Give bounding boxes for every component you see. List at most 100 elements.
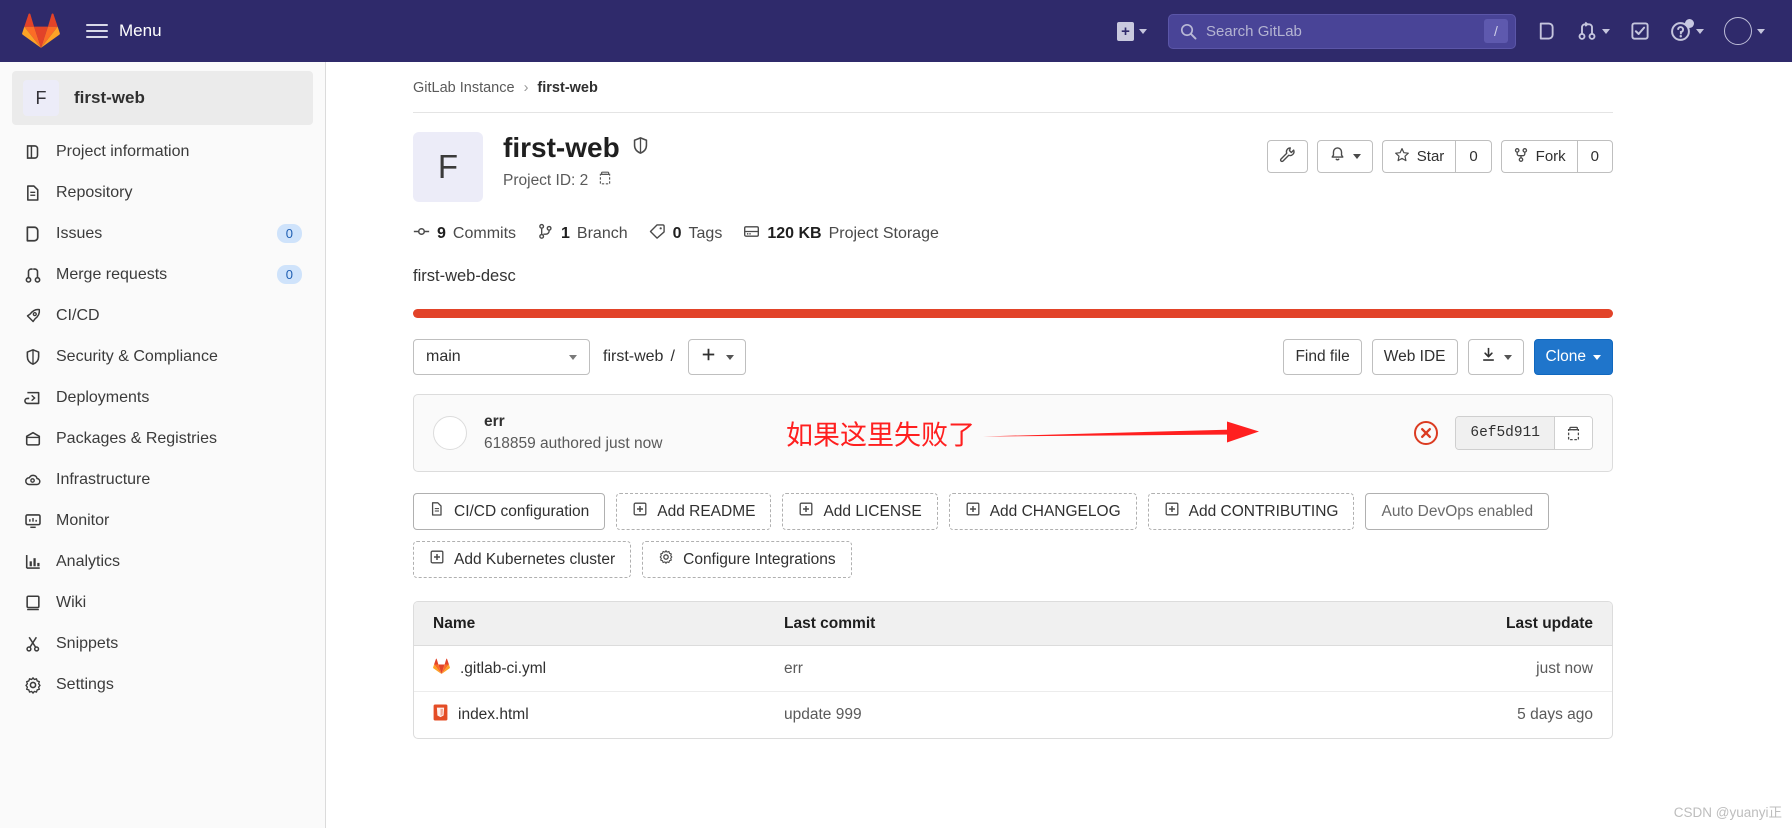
language-bar[interactable] <box>413 309 1613 318</box>
quick-action-configure-integrations[interactable]: Configure Integrations <box>642 541 852 578</box>
fork-button-group: Fork 0 <box>1500 140 1613 173</box>
menu-button[interactable]: Menu <box>86 21 162 41</box>
table-row[interactable]: index.html update 999 5 days ago <box>414 692 1612 738</box>
sidebar-item-settings[interactable]: Settings <box>0 664 325 705</box>
table-row[interactable]: .gitlab-ci.yml err just now <box>414 646 1612 692</box>
page-title: first-web <box>503 132 620 163</box>
sidebar-item-infrastructure[interactable]: Infrastructure <box>0 459 325 500</box>
sidebar-item-merge-requests[interactable]: Merge requests 0 <box>0 254 325 295</box>
breadcrumb-root[interactable]: GitLab Instance <box>413 80 515 96</box>
quick-action-label: Add CONTRIBUTING <box>1188 502 1339 520</box>
copy-clipboard-icon[interactable] <box>1554 417 1592 449</box>
commit-sha[interactable]: 6ef5d911 <box>1456 417 1554 449</box>
download-icon <box>1480 346 1497 368</box>
quick-action-label: Configure Integrations <box>683 550 836 568</box>
path-separator: / <box>670 348 675 365</box>
quick-action-add-kubernetes-cluster[interactable]: Add Kubernetes cluster <box>413 541 632 578</box>
file-name[interactable]: index.html <box>458 706 529 724</box>
fork-label: Fork <box>1535 148 1566 165</box>
quick-action-add-readme[interactable]: Add README <box>616 493 772 530</box>
sidebar-item-wiki[interactable]: Wiki <box>0 582 325 623</box>
project-avatar: F <box>23 80 59 116</box>
project-avatar-large: F <box>413 132 483 202</box>
quick-action-cicd-configuration[interactable]: CI/CD configuration <box>413 493 606 530</box>
merge-requests-nav-button[interactable] <box>1568 14 1619 48</box>
chevron-down-icon <box>1696 28 1704 34</box>
pipeline-failed-icon[interactable] <box>1413 420 1439 446</box>
stat-value: 9 <box>437 225 446 242</box>
project-info-icon <box>23 142 42 161</box>
chevron-down-icon <box>1602 28 1610 34</box>
notifications-button[interactable] <box>1316 140 1373 173</box>
rocket-icon <box>23 306 42 325</box>
file-last-commit[interactable]: err <box>784 660 1422 678</box>
todos-nav-button[interactable] <box>1621 14 1659 48</box>
breadcrumb-current[interactable]: first-web <box>537 80 597 96</box>
path-root[interactable]: first-web <box>603 348 663 366</box>
star-icon <box>1394 147 1410 167</box>
add-to-repo-button[interactable] <box>687 339 746 375</box>
sidebar-item-snippets[interactable]: Snippets <box>0 623 325 664</box>
sidebar-item-packages-registries[interactable]: Packages & Registries <box>0 418 325 459</box>
sidebar-project-header[interactable]: F first-web <box>12 71 313 125</box>
web-ide-button[interactable]: Web IDE <box>1371 339 1458 375</box>
stat-storage[interactable]: 120 KB Project Storage <box>743 223 939 245</box>
commit-message[interactable]: err <box>484 413 662 431</box>
gitlab-logo-icon[interactable] <box>22 12 60 50</box>
stat-commits[interactable]: 9 Commits <box>413 223 516 245</box>
chevron-down-icon <box>1503 354 1512 360</box>
clone-label: Clone <box>1545 348 1587 365</box>
help-nav-button[interactable] <box>1661 14 1713 49</box>
branch-name: main <box>426 348 461 365</box>
project-header-actions: Star 0 Fork 0 <box>1266 132 1613 173</box>
issues-icon <box>23 224 42 243</box>
quick-action-add-changelog[interactable]: Add CHANGELOG <box>948 493 1137 530</box>
issues-icon <box>1539 22 1554 40</box>
search-icon <box>1180 23 1197 40</box>
plus-box-icon <box>965 501 981 522</box>
issues-nav-button[interactable] <box>1528 14 1566 48</box>
star-button[interactable]: Star <box>1381 140 1456 173</box>
clone-button[interactable]: Clone <box>1533 339 1613 375</box>
sidebar-item-cicd[interactable]: CI/CD <box>0 295 325 336</box>
sidebar-item-monitor[interactable]: Monitor <box>0 500 325 541</box>
copy-clipboard-icon[interactable] <box>597 170 613 191</box>
quick-action-label: Add Kubernetes cluster <box>454 550 616 568</box>
fork-button[interactable]: Fork <box>1500 140 1577 173</box>
branch-selector[interactable]: main <box>413 339 590 375</box>
sidebar-item-issues[interactable]: Issues 0 <box>0 213 325 254</box>
stat-tags[interactable]: 0 Tags <box>649 223 722 245</box>
monitor-icon <box>23 511 42 530</box>
sidebar-item-deployments[interactable]: Deployments <box>0 377 325 418</box>
quick-action-auto-devops[interactable]: Auto DevOps enabled <box>1365 493 1550 530</box>
top-navigation-actions: + Search GitLab / <box>1108 0 1792 62</box>
file-name-cell: index.html <box>414 704 784 726</box>
sidebar-item-security-compliance[interactable]: Security & Compliance <box>0 336 325 377</box>
cloud-gear-icon <box>23 470 42 489</box>
search-input[interactable]: Search GitLab / <box>1168 13 1516 49</box>
download-source-button[interactable] <box>1467 339 1524 375</box>
sidebar-item-repository[interactable]: Repository <box>0 172 325 213</box>
repository-file-table: Name Last commit Last update .gitlab-ci.… <box>413 601 1613 739</box>
stat-value: 120 KB <box>767 225 822 242</box>
project-stats: 9 Commits 1 Branch 0 Tags 120 KB Project… <box>413 223 1613 245</box>
quick-action-add-license[interactable]: Add LICENSE <box>782 493 938 530</box>
sidebar-project-name: first-web <box>74 88 145 107</box>
storage-icon <box>743 223 760 245</box>
sidebar-item-project-information[interactable]: Project information <box>0 131 325 172</box>
create-new-button[interactable]: + <box>1108 15 1156 48</box>
quick-action-add-contributing[interactable]: Add CONTRIBUTING <box>1147 493 1355 530</box>
file-name[interactable]: .gitlab-ci.yml <box>460 660 546 678</box>
gitlab-file-icon <box>433 658 450 680</box>
top-navigation-bar: Menu + Search GitLab / <box>0 0 1792 62</box>
user-menu-button[interactable] <box>1715 10 1774 52</box>
find-file-button[interactable]: Find file <box>1283 339 1362 375</box>
breadcrumb: GitLab Instance › first-web <box>413 62 1613 96</box>
project-settings-button[interactable] <box>1266 140 1308 173</box>
sidebar-item-analytics[interactable]: Analytics <box>0 541 325 582</box>
chevron-down-icon <box>1757 28 1765 34</box>
file-last-commit[interactable]: update 999 <box>784 706 1422 724</box>
commit-icon <box>413 223 430 245</box>
stat-branches[interactable]: 1 Branch <box>537 223 628 245</box>
sidebar-item-label: Merge requests <box>56 265 168 283</box>
